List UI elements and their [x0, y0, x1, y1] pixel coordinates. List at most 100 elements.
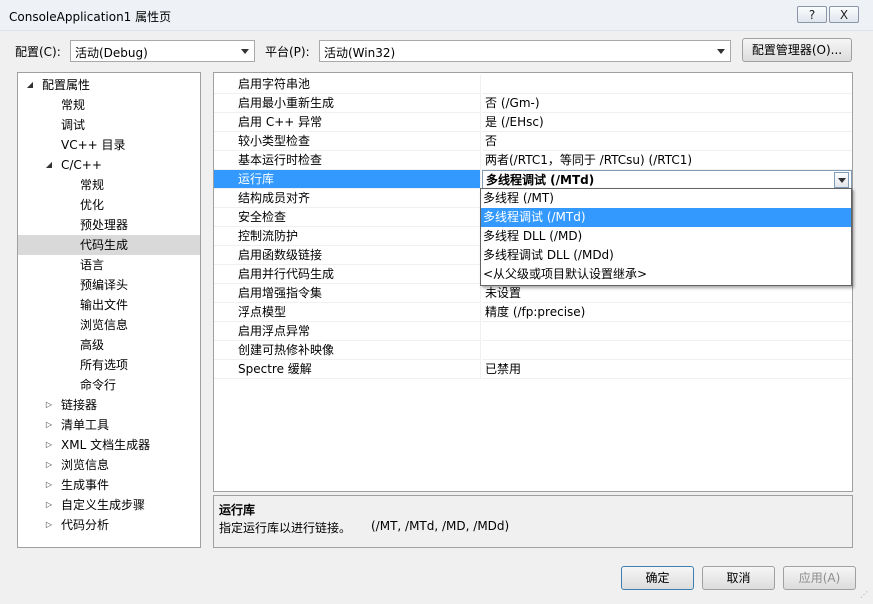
platform-label: 平台(P):: [265, 45, 310, 59]
runtime-library-dropdown-list: 多线程 (/MT) 多线程调试 (/MTd) 多线程 DLL (/MD) 多线程…: [480, 188, 852, 286]
property-name: 启用增强指令集: [214, 284, 481, 303]
tree-item-manifest-tool[interactable]: 清单工具: [61, 415, 109, 435]
tree-item-precompiled-headers[interactable]: 预编译头: [80, 275, 128, 295]
property-name: 较小类型检查: [214, 132, 481, 151]
tree-item-optimization[interactable]: 优化: [80, 195, 104, 215]
chevron-down-icon: [717, 49, 725, 54]
expand-icon[interactable]: ▷: [43, 455, 55, 475]
tree-item-config-properties[interactable]: 配置属性: [42, 75, 90, 95]
table-row[interactable]: Spectre 缓解 已禁用: [214, 360, 852, 379]
apply-button[interactable]: 应用(A): [783, 566, 856, 590]
property-value[interactable]: 否: [482, 132, 852, 151]
expand-icon[interactable]: ▷: [43, 475, 55, 495]
property-value[interactable]: 精度 (/fp:precise): [482, 303, 852, 322]
ok-button[interactable]: 确定: [621, 566, 694, 590]
property-value[interactable]: 两者(/RTC1，等同于 /RTCsu) (/RTC1): [482, 151, 852, 170]
tree-item-xml-doc-generator[interactable]: XML 文档生成器: [61, 435, 150, 455]
tree-item-build-events[interactable]: 生成事件: [61, 475, 109, 495]
table-row[interactable]: 创建可热修补映像: [214, 341, 852, 360]
tree-item-language[interactable]: 语言: [80, 255, 104, 275]
table-row[interactable]: 启用字符串池: [214, 75, 852, 94]
expand-icon[interactable]: ▷: [43, 415, 55, 435]
property-name: 控制流防护: [214, 227, 481, 246]
window-title: ConsoleApplication1 属性页: [9, 10, 172, 24]
property-name: 基本运行时检查: [214, 151, 481, 170]
description-options: (/MT, /MTd, /MD, /MDd): [371, 519, 510, 533]
table-row[interactable]: 基本运行时检查 两者(/RTC1，等同于 /RTCsu) (/RTC1): [214, 151, 852, 170]
help-button[interactable]: ?: [797, 6, 827, 23]
collapse-icon[interactable]: ◢: [24, 75, 36, 95]
collapse-icon[interactable]: ◢: [43, 155, 55, 175]
table-row[interactable]: 启用增强指令集 未设置: [214, 284, 852, 303]
config-combo[interactable]: 活动(Debug): [70, 40, 255, 62]
close-button[interactable]: X: [829, 6, 859, 23]
property-name: 运行库: [214, 170, 481, 189]
table-row[interactable]: 浮点模型 精度 (/fp:precise): [214, 303, 852, 322]
dropdown-option[interactable]: 多线程调试 DLL (/MDd): [481, 246, 851, 265]
property-value[interactable]: 已禁用: [482, 360, 852, 379]
dropdown-option[interactable]: <从父级或项目默认设置继承>: [481, 265, 851, 284]
expand-icon[interactable]: ▷: [43, 395, 55, 415]
property-value[interactable]: [482, 322, 852, 341]
property-name: Spectre 缓解: [214, 360, 481, 379]
tree-item-all-options[interactable]: 所有选项: [80, 355, 128, 375]
tree-item-cpp[interactable]: C/C++: [61, 155, 102, 175]
property-value: 多线程调试 (/MTd): [486, 173, 595, 187]
property-value[interactable]: [482, 341, 852, 360]
description-title: 运行库: [219, 503, 256, 517]
dropdown-option-selected[interactable]: 多线程调试 (/MTd): [481, 208, 851, 227]
tree-item-output-files[interactable]: 输出文件: [80, 295, 128, 315]
table-row[interactable]: 较小类型检查否: [214, 132, 852, 151]
expand-icon[interactable]: ▷: [43, 435, 55, 455]
property-name: 浮点模型: [214, 303, 481, 322]
config-label: 配置(C):: [15, 45, 61, 59]
tree-item-cpp-general[interactable]: 常规: [80, 175, 104, 195]
property-tree: ◢ 配置属性 常规 调试 VC++ 目录 ◢ C/C++ 常规 优化 预处理器 …: [17, 72, 201, 548]
property-name: 启用 C++ 异常: [214, 113, 481, 132]
tree-item-debugging[interactable]: 调试: [61, 115, 85, 135]
tree-item-vcpp-directories[interactable]: VC++ 目录: [61, 135, 126, 155]
property-value[interactable]: [482, 75, 852, 94]
property-name: 启用函数级链接: [214, 246, 481, 265]
dropdown-option[interactable]: 多线程 (/MT): [481, 189, 851, 208]
property-value[interactable]: 是 (/EHsc): [482, 113, 852, 132]
tree-item-general[interactable]: 常规: [61, 95, 85, 115]
tree-item-browse-information[interactable]: 浏览信息: [61, 455, 109, 475]
platform-combo[interactable]: 活动(Win32): [319, 40, 731, 62]
tree-item-code-analysis[interactable]: 代码分析: [61, 515, 109, 535]
tree-item-preprocessor[interactable]: 预处理器: [80, 215, 128, 235]
tree-item-browse-info[interactable]: 浏览信息: [80, 315, 128, 335]
expand-icon[interactable]: ▷: [43, 495, 55, 515]
chevron-down-icon: [838, 178, 846, 183]
expand-icon[interactable]: ▷: [43, 515, 55, 535]
property-name: 创建可热修补映像: [214, 341, 481, 360]
config-value: 活动(Debug): [75, 46, 148, 60]
property-name: 结构成员对齐: [214, 189, 481, 208]
tree-item-command-line[interactable]: 命令行: [80, 375, 116, 395]
platform-value: 活动(Win32): [324, 46, 396, 60]
property-value[interactable]: 未设置: [482, 284, 852, 303]
table-row[interactable]: 启用浮点异常: [214, 322, 852, 341]
description-text: 指定运行库以进行链接。: [219, 521, 352, 535]
config-manager-button[interactable]: 配置管理器(O)...: [742, 38, 852, 62]
resize-grip-icon[interactable]: ⋰: [860, 590, 870, 600]
tree-item-custom-build-step[interactable]: 自定义生成步骤: [61, 495, 145, 515]
property-name: 启用字符串池: [214, 75, 481, 94]
property-name: 启用并行代码生成: [214, 265, 481, 284]
chevron-down-icon: [241, 49, 249, 54]
cancel-button[interactable]: 取消: [702, 566, 775, 590]
table-row-selected[interactable]: 运行库 多线程调试 (/MTd): [214, 170, 852, 189]
dropdown-option[interactable]: 多线程 DLL (/MD): [481, 227, 851, 246]
tree-item-advanced[interactable]: 高级: [80, 335, 104, 355]
property-name: 安全检查: [214, 208, 481, 227]
runtime-library-combo[interactable]: 多线程调试 (/MTd): [482, 170, 852, 189]
tree-item-code-generation[interactable]: 代码生成: [80, 235, 128, 255]
property-value[interactable]: 否 (/Gm-): [482, 94, 852, 113]
description-panel: 运行库 指定运行库以进行链接。 (/MT, /MTd, /MD, /MDd): [213, 495, 853, 548]
dropdown-button[interactable]: [834, 172, 849, 188]
table-row[interactable]: 启用最小重新生成否 (/Gm-): [214, 94, 852, 113]
property-name: 启用浮点异常: [214, 322, 481, 341]
tree-item-linker[interactable]: 链接器: [61, 395, 97, 415]
property-name: 启用最小重新生成: [214, 94, 481, 113]
table-row[interactable]: 启用 C++ 异常是 (/EHsc): [214, 113, 852, 132]
